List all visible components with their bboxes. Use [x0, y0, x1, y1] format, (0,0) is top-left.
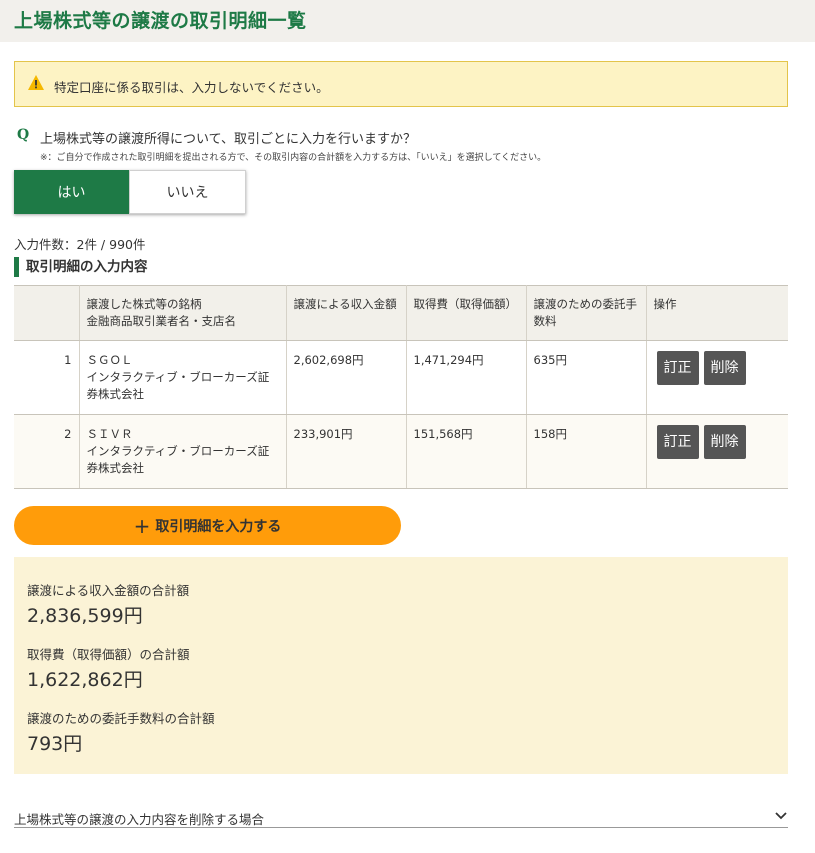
table-row: 1 ＳＧＯＬ インタラクティブ・ブローカーズ証券株式会社 2,602,698円 … [14, 340, 788, 415]
row-number: 1 [14, 340, 79, 415]
row-number: 2 [14, 414, 79, 489]
page-header: 上場株式等の譲渡の取引明細一覧 [0, 0, 815, 42]
income-total-value: 2,836,599円 [27, 605, 143, 627]
cost-total-label: 取得費（取得価額）の合計額 [27, 647, 190, 662]
cost-total-value: 1,622,862円 [27, 669, 143, 691]
delete-section-label: 上場株式等の譲渡の入力内容を削除する場合 [14, 812, 265, 827]
row-cost: 151,568円 [405, 414, 526, 489]
edit-button[interactable]: 訂正 [656, 425, 699, 459]
section-title: 取引明細の入力内容 [14, 257, 148, 277]
row-actions: 訂正 削除 [645, 340, 788, 415]
delete-section-toggle[interactable]: 上場株式等の譲渡の入力内容を削除する場合 [14, 807, 788, 828]
totals-panel: 譲渡による収入金額の合計額 2,836,599円 取得費（取得価額）の合計額 1… [14, 557, 788, 774]
row-cost: 1,471,294円 [405, 340, 526, 415]
question-text: 上場株式等の譲渡所得について、取引ごとに入力を行いますか？ [40, 132, 416, 147]
row-name: ＳＩＶＲ インタラクティブ・ブローカーズ証券株式会社 [78, 414, 286, 489]
no-button[interactable]: いいえ [129, 170, 246, 214]
row-fee: 158円 [525, 414, 646, 489]
header-no [14, 285, 79, 341]
question-note: ※：ご自分で作成された取引明細を提出される方で、その取引内容の合計額を入力する方… [40, 153, 547, 163]
entry-count: 入力件数：2件 / 990件 [14, 237, 146, 252]
row-income: 2,602,698円 [285, 340, 406, 415]
header-actions: 操作 [645, 285, 788, 341]
fee-total-label: 譲渡のための委託手数料の合計額 [27, 711, 215, 726]
row-name: ＳＧＯＬ インタラクティブ・ブローカーズ証券株式会社 [78, 340, 286, 415]
row-income: 233,901円 [285, 414, 406, 489]
header-name: 譲渡した株式等の銘柄 金融商品取引業者名・支店名 [78, 285, 286, 341]
yes-button[interactable]: はい [14, 170, 129, 214]
warning-icon [28, 75, 44, 90]
delete-button[interactable]: 削除 [703, 425, 746, 459]
add-transaction-label: 取引明細を入力する [155, 518, 282, 535]
header-fee: 譲渡のための委託手数料 [525, 285, 646, 341]
warning-message: 特定口座に係る取引は、入力しないでください。 [54, 80, 329, 95]
transactions-table: 譲渡した株式等の銘柄 金融商品取引業者名・支店名 譲渡による収入金額 取得費（取… [14, 285, 788, 489]
row-actions: 訂正 削除 [645, 414, 788, 489]
fee-total-value: 793円 [27, 733, 83, 755]
edit-button[interactable]: 訂正 [656, 351, 699, 385]
table-row: 2 ＳＩＶＲ インタラクティブ・ブローカーズ証券株式会社 233,901円 15… [14, 414, 788, 489]
row-fee: 635円 [525, 340, 646, 415]
table-header-row: 譲渡した株式等の銘柄 金融商品取引業者名・支店名 譲渡による収入金額 取得費（取… [14, 285, 788, 341]
header-cost: 取得費（取得価額） [405, 285, 526, 341]
plus-icon: + [133, 513, 151, 538]
chevron-down-icon [775, 812, 787, 820]
page-title: 上場株式等の譲渡の取引明細一覧 [14, 10, 307, 32]
add-transaction-button[interactable]: + 取引明細を入力する [14, 506, 401, 545]
delete-button[interactable]: 削除 [703, 351, 746, 385]
header-income: 譲渡による収入金額 [285, 285, 406, 341]
income-total-label: 譲渡による収入金額の合計額 [27, 583, 190, 598]
warning-banner: 特定口座に係る取引は、入力しないでください。 [14, 61, 788, 107]
yes-no-toggle: はい いいえ [14, 170, 246, 214]
question-mark: Q [17, 127, 30, 143]
